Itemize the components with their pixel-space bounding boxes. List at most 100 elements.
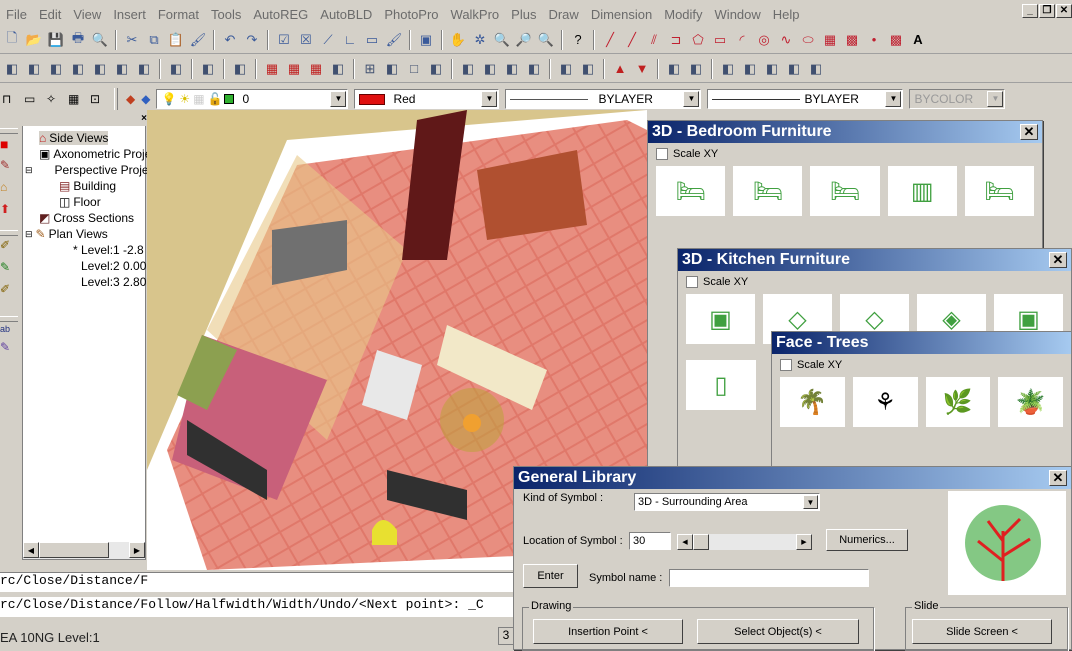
polyline-icon[interactable]: ⟋	[318, 30, 338, 50]
minimize-button[interactable]: _	[1022, 4, 1038, 18]
menu-modify[interactable]: Modify	[658, 7, 708, 22]
print-icon[interactable]: 🖶	[68, 30, 88, 50]
chevron-down-icon[interactable]: ▼	[683, 91, 700, 107]
chevron-down-icon[interactable]: ▼	[481, 91, 498, 107]
hatch-icon[interactable]: ▩	[886, 30, 906, 50]
menu-edit[interactable]: Edit	[33, 7, 67, 22]
scroll-left-icon[interactable]: ◀	[677, 534, 693, 550]
linetype-combo[interactable]: BYLAYER ▼	[505, 89, 702, 109]
display-icon[interactable]: ◧	[806, 59, 826, 79]
box-icon[interactable]: ◧	[502, 59, 522, 79]
menu-tools[interactable]: Tools	[205, 7, 247, 22]
checkbox-icon[interactable]	[656, 148, 668, 160]
symbol-thumb-bunk-bed[interactable]: ▥	[887, 166, 957, 216]
tree-icon[interactable]: ◧	[524, 59, 544, 79]
open-icon[interactable]: 📂	[24, 30, 44, 50]
menu-window[interactable]: Window	[709, 7, 767, 22]
checkbox-icon[interactable]	[780, 359, 792, 371]
beam-icon[interactable]: ◧	[328, 59, 348, 79]
tree-item-building[interactable]: ▤ Building	[59, 179, 116, 193]
edit-icon[interactable]: ✎	[0, 158, 18, 180]
view-box-icon[interactable]: ◧	[556, 59, 576, 79]
command-input[interactable]: rc/Close/Distance/Follow/Halfwidth/Width…	[0, 597, 515, 617]
pan-icon[interactable]: ✋	[448, 30, 468, 50]
orbit-icon[interactable]: ✲	[470, 30, 490, 50]
menu-autoreg[interactable]: AutoREG	[247, 7, 314, 22]
door-icon[interactable]: ⊓	[2, 92, 18, 106]
scale-xy-checkbox[interactable]: Scale XY	[648, 143, 1042, 160]
down-arrow-icon[interactable]: ▼	[632, 59, 652, 79]
symbol-thumb-stove[interactable]: ▣	[686, 294, 755, 344]
tree-item-floor[interactable]: ◫ Floor	[59, 195, 101, 209]
zoom-previous-icon[interactable]: 🔍	[536, 30, 556, 50]
chevron-down-icon[interactable]: ▼	[885, 91, 902, 107]
point-icon[interactable]: •	[864, 30, 884, 50]
close-icon[interactable]: ✕	[1020, 124, 1038, 140]
chevron-down-icon[interactable]: ▼	[987, 91, 1004, 107]
text-find-icon[interactable]: ◧	[90, 59, 110, 79]
tree-item-axonometric[interactable]: ▣ Axonometric Proje	[39, 147, 151, 161]
zoom-realtime-icon[interactable]: 🔍	[492, 30, 512, 50]
symbol-thumb-bed-2[interactable]: 🛏	[733, 166, 803, 216]
eraser-icon[interactable]: ◧	[664, 59, 684, 79]
zoom-window-icon[interactable]: 🔎	[514, 30, 534, 50]
ucs-icon[interactable]: ∟	[340, 30, 360, 50]
paste-icon[interactable]: 📋	[166, 30, 186, 50]
check-box-icon[interactable]: ☒	[296, 30, 316, 50]
print-preview-icon[interactable]: 🔍	[90, 30, 110, 50]
line-icon[interactable]: ╱	[600, 30, 620, 50]
filter-icon[interactable]: ◧	[24, 59, 44, 79]
ellipse-icon[interactable]: ⬭	[798, 30, 818, 50]
select-icon[interactable]: ◧	[112, 59, 132, 79]
text-icon[interactable]: A	[908, 30, 928, 50]
tree-item-level-3[interactable]: Level:3 2.80	[81, 275, 146, 289]
stair-icon[interactable]: ▦	[68, 92, 84, 106]
scroll-left-icon[interactable]: ◀	[23, 542, 39, 558]
kind-of-symbol-select[interactable]: 3D - Surrounding Area ▼	[634, 493, 820, 511]
menu-format[interactable]: Format	[152, 7, 205, 22]
menu-help[interactable]: Help	[767, 7, 806, 22]
chevron-down-icon[interactable]: ▼	[330, 91, 347, 107]
house-icon[interactable]: ⌂	[0, 180, 18, 202]
menu-plus[interactable]: Plus	[505, 7, 542, 22]
symbol-thumb-refrigerator[interactable]: ▯	[686, 360, 756, 410]
restore-button[interactable]: ❐	[1039, 4, 1055, 18]
symbol-thumb-potted-plant[interactable]: 🪴	[998, 377, 1063, 427]
copy-icon[interactable]: ⧉	[144, 30, 164, 50]
polygon-icon[interactable]: ⬠	[688, 30, 708, 50]
layer-stack-icon[interactable]: ◧	[166, 59, 186, 79]
rectangle-icon[interactable]: ▭	[710, 30, 730, 50]
column-icon[interactable]: ✧	[46, 92, 62, 106]
tree-item-level-1[interactable]: * Level:1 -2.8	[73, 243, 144, 257]
tree-item-plan-views[interactable]: ⊟ ✎ Plan Views	[25, 227, 108, 241]
plotstyle-combo[interactable]: BYCOLOR ▼	[909, 89, 1006, 109]
multiline-icon[interactable]: ⫽	[644, 30, 664, 50]
symbol-thumb-flower-stem[interactable]: ⚘	[852, 377, 918, 427]
horizontal-scrollbar[interactable]: ◀ ▶	[23, 542, 145, 559]
sofa-icon[interactable]: ◧	[740, 59, 760, 79]
edit-brush-icon[interactable]: ✐	[0, 282, 18, 304]
tree-item-cross-sections[interactable]: ◩ Cross Sections	[39, 211, 134, 225]
menu-view[interactable]: View	[67, 7, 107, 22]
wall-edit-icon[interactable]: ▦	[284, 59, 304, 79]
polyline-arrow-icon[interactable]: ⊐	[666, 30, 686, 50]
level-icon[interactable]: ◧	[134, 59, 154, 79]
tree-item-side-views[interactable]: ⌂ Side Views	[39, 131, 109, 145]
save-icon[interactable]: 💾	[46, 30, 66, 50]
toolbar-grip[interactable]	[114, 88, 118, 110]
symbol-thumb-plant[interactable]: 🌿	[925, 377, 991, 427]
close-button[interactable]: ✕	[1056, 4, 1072, 18]
enter-button[interactable]: Enter	[523, 564, 578, 588]
camera-icon[interactable]: ◧	[784, 59, 804, 79]
symbol-thumb-bed-1[interactable]: 🛏	[656, 166, 726, 216]
arrow-up-icon[interactable]: ⬆	[0, 202, 18, 224]
frame-icon[interactable]: ◧	[458, 59, 478, 79]
edit-brush-icon[interactable]: ✐	[0, 238, 18, 260]
edit-pen-icon[interactable]: ✎	[0, 340, 18, 362]
view-icon[interactable]: ▣	[416, 30, 436, 50]
ray-icon[interactable]: ╱	[622, 30, 642, 50]
wall-check-icon[interactable]: ▦	[306, 59, 326, 79]
edit-view-icon[interactable]: ◧	[578, 59, 598, 79]
scroll-thumb[interactable]	[39, 542, 109, 558]
lineweight-combo[interactable]: BYLAYER ▼	[707, 89, 904, 109]
